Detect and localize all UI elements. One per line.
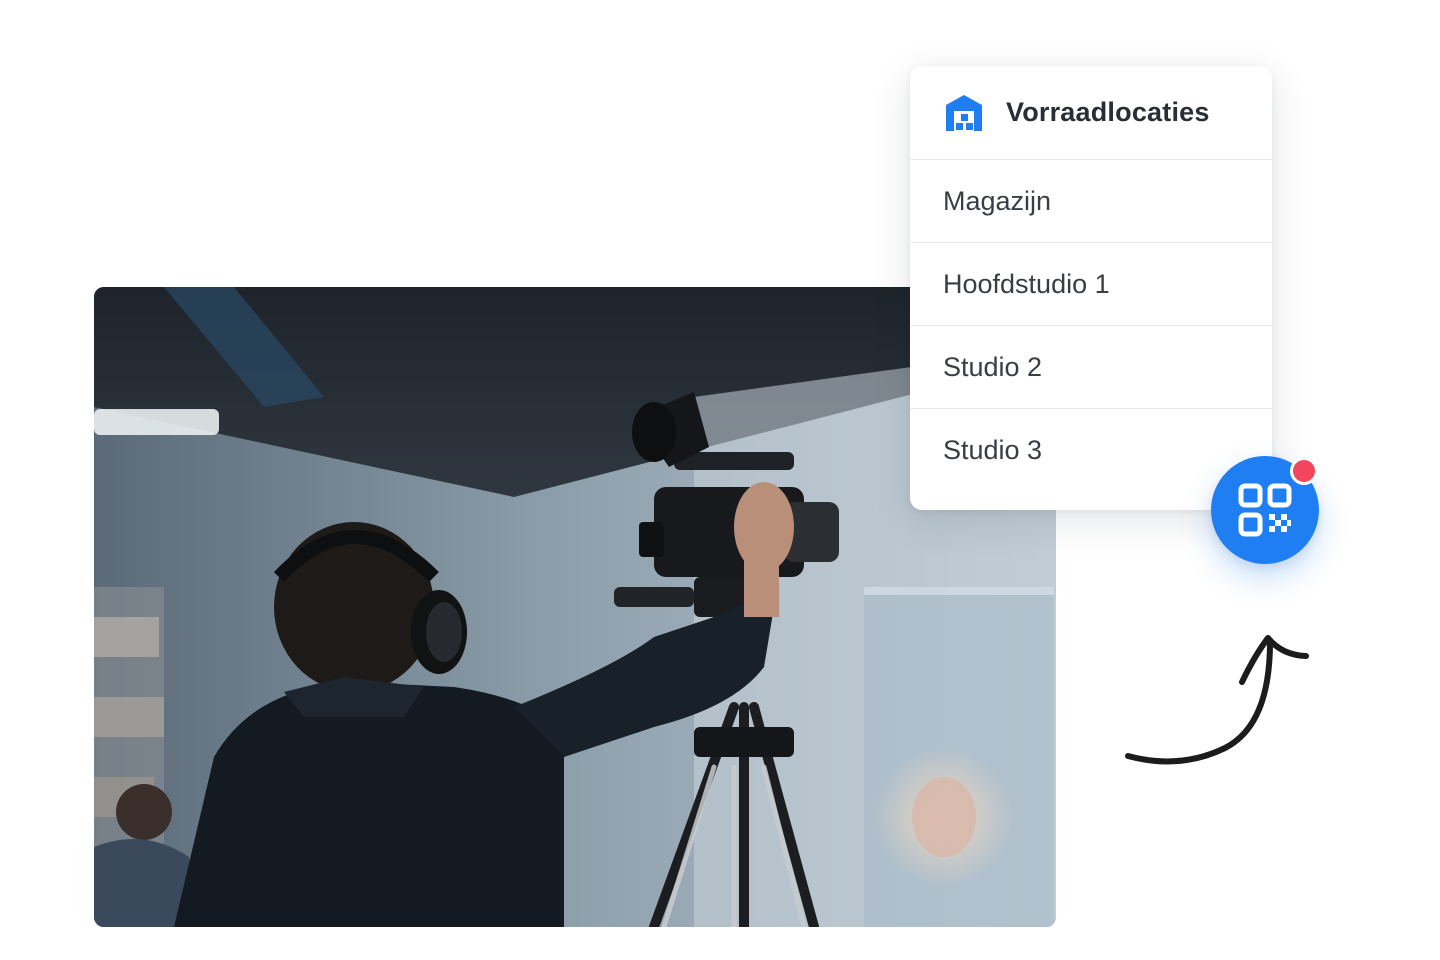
location-item-hoofdstudio-1[interactable]: Hoofdstudio 1 [910, 243, 1272, 326]
panel-title: Vorraadlocaties [1006, 97, 1210, 127]
storage-locations-panel: Vorraadlocaties Magazijn Hoofdstudio 1 S… [910, 66, 1272, 510]
warehouse-icon [944, 93, 984, 133]
location-item-studio-3[interactable]: Studio 3 [910, 409, 1272, 492]
location-item-magazijn[interactable]: Magazijn [910, 160, 1272, 243]
page-canvas: Vorraadlocaties Magazijn Hoofdstudio 1 S… [0, 0, 1440, 960]
qr-code-icon [1238, 483, 1292, 537]
panel-header: Vorraadlocaties [910, 66, 1272, 160]
location-item-studio-2[interactable]: Studio 2 [910, 326, 1272, 409]
curved-arrow-icon [1125, 635, 1309, 765]
notification-badge [1290, 457, 1318, 485]
